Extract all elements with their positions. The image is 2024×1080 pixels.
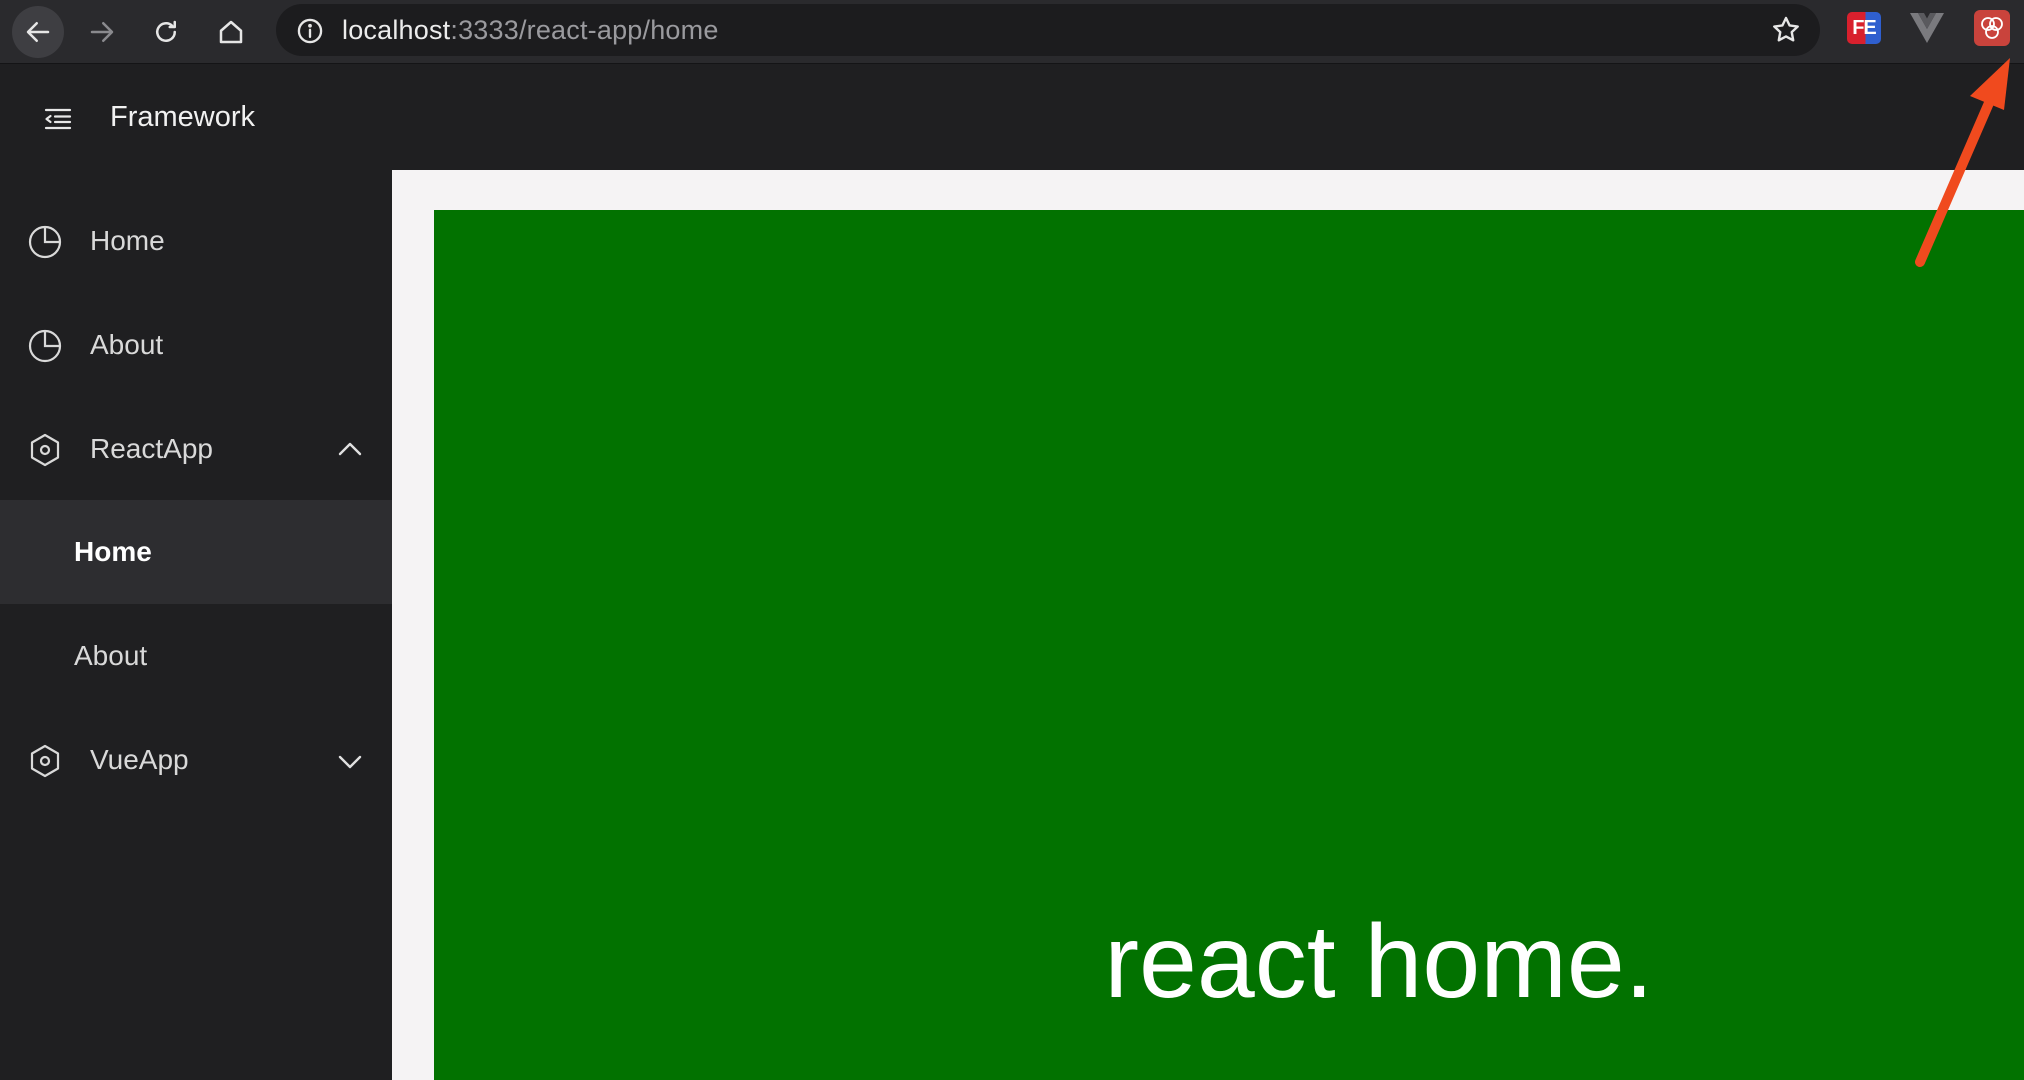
reload-icon (156, 20, 176, 42)
menu-fold-icon (44, 108, 72, 130)
sidebar-item-label: Home (90, 225, 165, 256)
chevron-up-icon (338, 442, 362, 456)
sidebar-subitem-label: Home (74, 536, 152, 567)
sidebar-item-about[interactable]: About (0, 293, 392, 397)
sidebar-menu: Home About ReactApp Home About VueApp (0, 170, 392, 1080)
fe-extension-label: FE (1847, 12, 1881, 44)
single-spa-extension[interactable] (1974, 10, 2010, 46)
back-button[interactable] (12, 6, 64, 58)
vue-devtools-extension[interactable] (1909, 10, 1945, 46)
app-title: Framework (110, 101, 256, 133)
react-home-panel: react home. (434, 210, 2024, 1080)
single-spa-logo-icon (1974, 10, 2010, 46)
sidebar-submenu-vueapp[interactable]: VueApp (0, 708, 392, 812)
browser-toolbar: localhost:3333/react-app/home FE (0, 0, 2024, 64)
reload-button[interactable] (140, 6, 192, 58)
sidebar-subitem-reactapp-home[interactable]: Home (0, 500, 392, 604)
pie-chart-icon (28, 225, 62, 259)
page-heading: react home. (1104, 904, 1654, 1020)
forward-button[interactable] (76, 6, 128, 58)
forward-arrow-icon (90, 22, 114, 42)
url-host: localhost (342, 15, 451, 45)
app-window: localhost:3333/react-app/home FE Framewo… (0, 0, 2024, 1080)
sidebar-subitem-label: About (74, 640, 148, 671)
sidebar-subitem-reactapp-about[interactable]: About (0, 604, 392, 708)
hexagon-icon (30, 433, 60, 467)
menu-toggle-button[interactable] (38, 99, 78, 139)
home-icon (219, 20, 243, 44)
back-arrow-icon (26, 22, 50, 42)
main-content: react home. (392, 170, 2024, 1080)
star-icon[interactable] (1770, 14, 1802, 46)
sidebar-item-label: About (90, 329, 164, 360)
fe-helper-extension[interactable]: FE (1846, 10, 1882, 46)
sidebar-item-label: VueApp (90, 744, 189, 775)
address-bar[interactable]: localhost:3333/react-app/home (276, 4, 1820, 56)
url-path: :3333/react-app/home (450, 15, 719, 45)
chevron-down-icon (338, 755, 362, 769)
hexagon-icon (30, 744, 60, 778)
annotation-arrow-icon (1915, 58, 2010, 267)
vue-logo-icon (1910, 13, 1944, 43)
info-icon[interactable] (296, 17, 324, 45)
sidebar-item-home[interactable]: Home (0, 189, 392, 293)
sidebar-submenu-reactapp[interactable]: ReactApp (0, 397, 392, 501)
home-button[interactable] (205, 6, 257, 58)
sidebar-item-label: ReactApp (90, 433, 213, 464)
pie-chart-icon (28, 329, 62, 363)
app-header: Framework (0, 65, 2024, 170)
url-text[interactable]: localhost:3333/react-app/home (342, 4, 719, 56)
